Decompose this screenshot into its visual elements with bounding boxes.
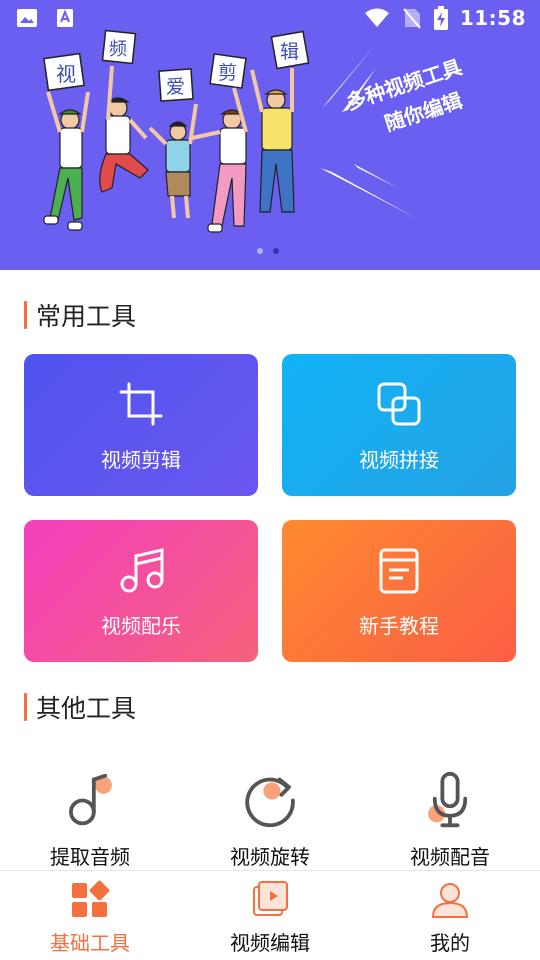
person-3 <box>148 103 198 219</box>
page-dot-2[interactable] <box>273 248 279 254</box>
rotate-icon <box>245 777 295 828</box>
person-5 <box>250 68 295 213</box>
image-notification-icon <box>17 9 37 27</box>
tool-card-tutorial[interactable]: 新手教程 <box>282 520 516 662</box>
tool-label: 新手教程 <box>359 614 439 638</box>
tool-card-video-merge[interactable]: 视频拼接 <box>282 354 516 496</box>
grid-tools-icon <box>72 880 110 917</box>
person-1 <box>43 91 90 231</box>
sign-char-2: 频 <box>109 39 127 60</box>
no-sim-icon <box>403 8 421 29</box>
overlap-squares-icon <box>377 382 421 426</box>
tool-video-rotate[interactable]: 视频旋转 <box>180 770 360 870</box>
person-2 <box>99 65 149 193</box>
banner-page-indicator <box>257 248 279 254</box>
tool-card-video-trim[interactable]: 视频剪辑 <box>24 354 258 496</box>
promo-banner[interactable]: 11:58 视 频 爱 剪 辑 多种视频工具 随你编辑 <box>0 0 540 270</box>
document-icon <box>379 548 419 594</box>
battery-charging-icon <box>433 6 448 30</box>
crop-icon <box>119 382 163 426</box>
nav-label: 基础工具 <box>50 931 130 955</box>
wifi-icon <box>364 8 389 27</box>
tool-label: 视频配乐 <box>101 614 181 638</box>
other-tools-title: 其他工具 <box>24 692 136 723</box>
clock: 11:58 <box>459 6 526 30</box>
user-icon <box>431 883 469 918</box>
tool-video-voiceover[interactable]: 视频配音 <box>360 770 540 870</box>
bottom-navigation: 基础工具 视频编辑 我的 <box>0 870 540 960</box>
sign-char-4: 剪 <box>218 62 237 84</box>
video-edit-icon <box>253 881 288 916</box>
text-notification-icon <box>57 9 73 27</box>
nav-video-edit[interactable]: 视频编辑 <box>180 871 360 960</box>
sign-char-1: 视 <box>56 62 76 86</box>
microphone-icon <box>428 771 468 828</box>
tool-card-video-music[interactable]: 视频配乐 <box>24 520 258 662</box>
nav-profile[interactable]: 我的 <box>360 871 540 960</box>
person-4 <box>191 87 248 233</box>
tool-label: 提取音频 <box>50 845 130 869</box>
banner-illustration: 视 频 爱 剪 辑 <box>43 29 310 233</box>
common-tools-title: 常用工具 <box>24 300 136 331</box>
nav-label: 视频编辑 <box>230 931 310 955</box>
tool-label: 视频配音 <box>410 845 490 869</box>
sign-char-3: 爱 <box>166 76 185 98</box>
nav-label: 我的 <box>430 931 470 955</box>
music-note-icon <box>120 548 164 593</box>
sign-char-5: 辑 <box>280 41 299 63</box>
audio-note-icon <box>69 773 112 826</box>
tool-label: 视频旋转 <box>230 845 310 869</box>
page-dot-1[interactable] <box>257 248 263 254</box>
nav-basic-tools[interactable]: 基础工具 <box>0 871 180 960</box>
tool-label: 视频剪辑 <box>101 448 181 472</box>
tool-label: 视频拼接 <box>359 448 439 472</box>
tool-extract-audio[interactable]: 提取音频 <box>0 770 180 870</box>
